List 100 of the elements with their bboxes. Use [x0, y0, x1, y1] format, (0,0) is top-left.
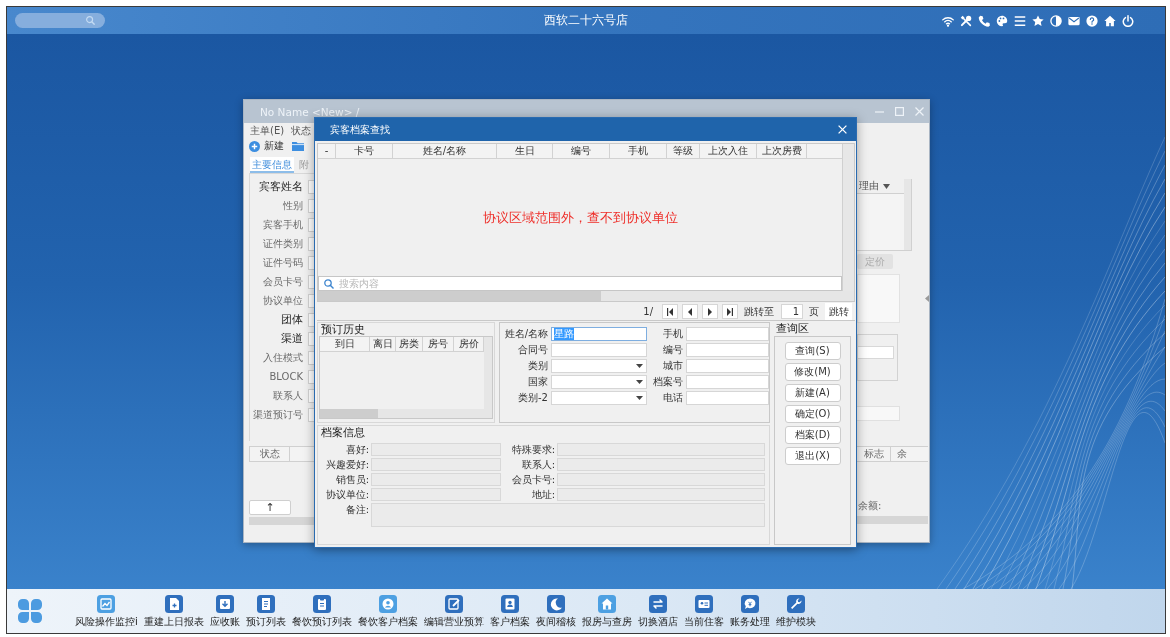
column-header[interactable]: 卡号: [336, 144, 393, 158]
exit-button[interactable]: 退出(X): [784, 447, 841, 465]
edit-icon[interactable]: [444, 595, 463, 613]
column-header[interactable]: 房类: [396, 337, 423, 351]
home-icon[interactable]: [1104, 14, 1116, 27]
document-plus-icon[interactable]: [164, 595, 183, 613]
input-field[interactable]: [308, 388, 314, 403]
column-header[interactable]: 余: [891, 447, 907, 461]
column-header[interactable]: 上次房费: [757, 144, 807, 158]
column-header[interactable]: 房号: [423, 337, 454, 351]
list-document-icon[interactable]: [256, 595, 275, 613]
input-field[interactable]: [686, 359, 769, 373]
confirm-button[interactable]: 确定(O): [784, 405, 841, 423]
input-field[interactable]: [308, 217, 314, 232]
column-header[interactable]: 离日: [370, 337, 396, 351]
profile-button[interactable]: 档案(D): [784, 426, 841, 444]
input-field[interactable]: [308, 179, 314, 194]
power-icon[interactable]: [1122, 14, 1134, 27]
scrollbar-thumb[interactable]: [320, 409, 378, 418]
taskbar-button[interactable]: 客户档案: [486, 595, 533, 627]
taskbar-button[interactable]: 餐饮客户档案: [354, 595, 421, 627]
input-field[interactable]: [308, 274, 314, 289]
scrollbar[interactable]: [842, 144, 854, 291]
input-field[interactable]: [686, 343, 769, 357]
contact-card-icon[interactable]: [500, 595, 519, 613]
wrench-icon[interactable]: [786, 595, 805, 613]
dropdown-field[interactable]: [551, 375, 647, 389]
star-icon[interactable]: [1032, 14, 1044, 27]
input-field[interactable]: [308, 198, 314, 213]
caret-icon[interactable]: [925, 295, 929, 302]
palette-icon[interactable]: [996, 14, 1008, 27]
first-page-button[interactable]: [662, 304, 678, 319]
taskbar-button[interactable]: 预订列表: [242, 595, 289, 627]
swap-icon[interactable]: [648, 595, 667, 613]
scrollbar[interactable]: [904, 179, 911, 250]
scrollbar[interactable]: [857, 516, 928, 524]
edit-button[interactable]: 修改(M): [784, 363, 841, 381]
search-button[interactable]: 查询(S): [784, 342, 841, 360]
last-page-button[interactable]: [722, 304, 738, 319]
input-field[interactable]: [308, 255, 314, 270]
menu-icon[interactable]: [1014, 14, 1026, 27]
input-field[interactable]: [686, 327, 769, 341]
house-icon[interactable]: [597, 595, 616, 613]
column-header[interactable]: -: [318, 144, 336, 158]
column-header[interactable]: 姓名/名称: [393, 144, 497, 158]
help-icon[interactable]: [1086, 14, 1098, 27]
tab[interactable]: 主要信息: [250, 157, 294, 173]
search-field[interactable]: [15, 13, 105, 28]
scrollbar[interactable]: [249, 517, 314, 525]
clipboard-icon[interactable]: [312, 595, 331, 613]
up-button[interactable]: ↑: [249, 500, 291, 515]
input-field[interactable]: [551, 343, 647, 357]
column-header[interactable]: 到日: [320, 337, 370, 351]
input-field[interactable]: [308, 236, 314, 251]
column-header[interactable]: 等级: [667, 144, 700, 158]
menu-item[interactable]: 主单(E): [250, 123, 285, 138]
person-icon[interactable]: [378, 595, 397, 613]
mail-icon[interactable]: [1068, 14, 1080, 27]
close-button[interactable]: [836, 123, 849, 136]
input-field[interactable]: [308, 293, 314, 308]
dropdown-field[interactable]: [551, 391, 647, 405]
taskbar-button[interactable]: 夜间稽核: [532, 595, 579, 627]
taskbar-button[interactable]: 维护模块: [772, 595, 819, 627]
taskbar-button[interactable]: 风险操作监控i: [72, 595, 141, 627]
new-button[interactable]: 新建(A): [784, 384, 841, 402]
input-field[interactable]: [308, 369, 314, 384]
input-field[interactable]: [686, 391, 769, 405]
chart-icon[interactable]: [97, 595, 116, 613]
taskbar-button[interactable]: 切换酒店: [634, 595, 681, 627]
scrollbar[interactable]: [484, 337, 492, 409]
moon-icon[interactable]: [546, 595, 565, 613]
tools-icon[interactable]: [960, 14, 972, 27]
taskbar-button[interactable]: 应收账: [206, 595, 243, 627]
taskbar-button[interactable]: 编辑营业预算: [420, 595, 487, 627]
four-petal-icon[interactable]: [18, 599, 42, 623]
input-field[interactable]: [308, 407, 314, 422]
input-field[interactable]: [308, 312, 314, 327]
column-header[interactable]: 状态: [250, 447, 290, 461]
taskbar-button[interactable]: 重建上日报表: [140, 595, 207, 627]
contrast-icon[interactable]: [1050, 14, 1062, 27]
chat-bubble-icon[interactable]: [740, 595, 759, 613]
menu-item[interactable]: 状态: [291, 123, 312, 138]
input-field[interactable]: [686, 375, 769, 389]
previous-page-button[interactable]: [682, 304, 698, 319]
jump-button[interactable]: 跳转: [825, 303, 852, 320]
input-field[interactable]: [308, 350, 314, 365]
page-input[interactable]: 1: [781, 304, 803, 319]
taskbar-button[interactable]: 账务处理: [726, 595, 773, 627]
column-header[interactable]: 上次入住: [700, 144, 757, 158]
column-header[interactable]: 手机: [610, 144, 667, 158]
column-header[interactable]: 编号: [553, 144, 610, 158]
taskbar-button[interactable]: 当前住客: [680, 595, 727, 627]
taskbar-button[interactable]: 餐饮预订列表: [288, 595, 355, 627]
input-field[interactable]: [858, 346, 894, 359]
wifi-icon[interactable]: [942, 14, 954, 27]
id-card-icon[interactable]: [694, 595, 713, 613]
folder-icon[interactable]: [292, 141, 304, 151]
new-button[interactable]: 新建: [249, 139, 284, 153]
next-page-button[interactable]: [702, 304, 718, 319]
input-field[interactable]: [857, 406, 900, 421]
